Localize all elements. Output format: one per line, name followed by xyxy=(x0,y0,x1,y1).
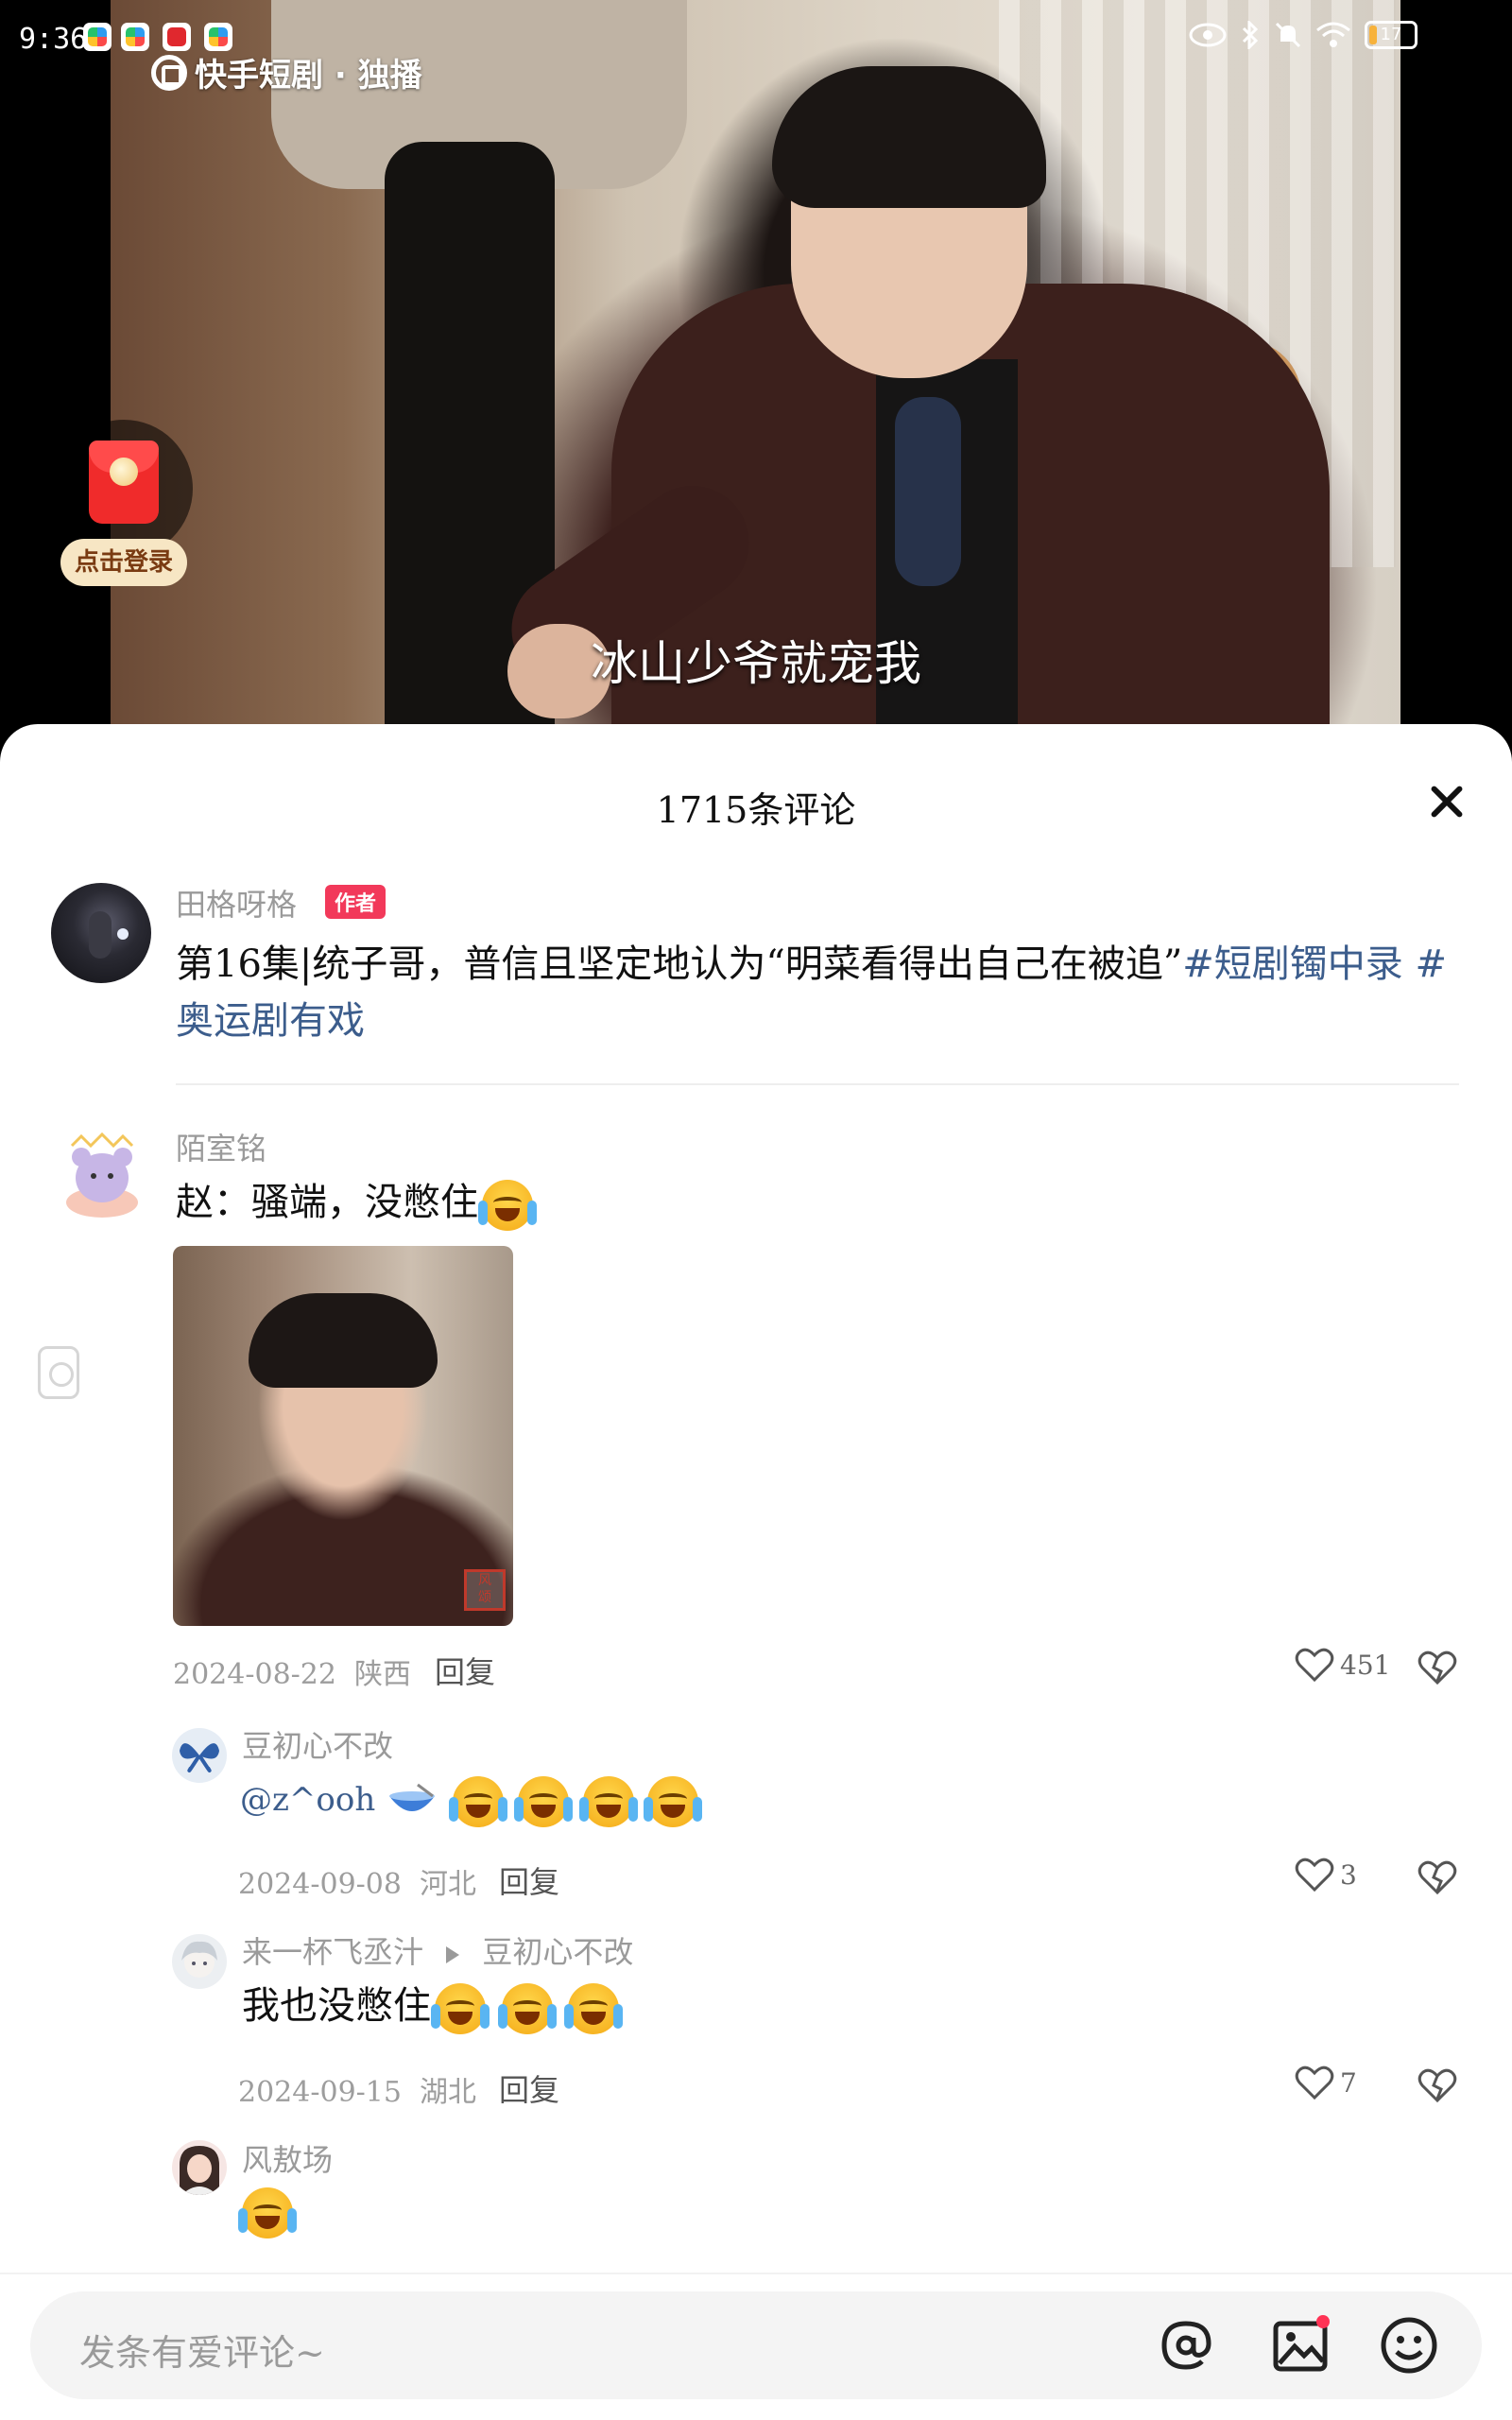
comment-username: 来一杯飞丞汁 豆初心不改 xyxy=(242,1934,634,1970)
comment-username[interactable]: 豆初心不改 xyxy=(242,1722,393,1766)
reply-button[interactable]: 回复 xyxy=(499,1858,559,1902)
author-badge: 作者 xyxy=(325,885,387,919)
crying-emoji-icon xyxy=(431,1983,490,2034)
comment-meta: 2024-08-22 陕西 xyxy=(173,1658,412,1691)
cartoon-avatar-icon xyxy=(66,1132,138,1218)
comment-count-title: 1715条评论 xyxy=(656,789,856,831)
crying-emoji-icon xyxy=(644,1776,703,1827)
close-icon[interactable] xyxy=(1425,781,1467,822)
bowl-emoji-icon xyxy=(389,1783,436,1811)
image-upload-icon[interactable] xyxy=(1270,2314,1332,2377)
app-notification-icon xyxy=(204,23,232,51)
reply-button[interactable]: 回复 xyxy=(499,2066,559,2110)
dislike-icon[interactable] xyxy=(1418,1647,1457,1686)
avatar[interactable] xyxy=(172,2140,227,2195)
video-subtitle: 冰山少爷就宠我 xyxy=(591,636,921,691)
author-username[interactable]: 田格呀格 xyxy=(176,881,297,925)
comment-image[interactable]: 风颂 xyxy=(173,1246,513,1626)
crying-emoji-icon xyxy=(578,1776,638,1827)
like-button[interactable]: 7 xyxy=(1295,2065,1357,2100)
comment-input-placeholder: 发条有爱评论~ xyxy=(79,2332,325,2374)
laughing-emoji-icon xyxy=(478,1180,537,1231)
dislike-icon[interactable] xyxy=(1418,2065,1457,2104)
crying-emoji-icon xyxy=(448,1776,507,1827)
divider xyxy=(176,1083,1459,1085)
crying-emoji-icon xyxy=(497,1983,557,2034)
comment-text xyxy=(238,2182,297,2238)
eye-icon xyxy=(1189,23,1227,47)
mention-link[interactable]: @z^ooh xyxy=(240,1781,375,1819)
comment-text: 赵：骚端，没憋住 xyxy=(176,1174,537,1231)
reply-button[interactable]: 回复 xyxy=(435,1649,495,1692)
video-player[interactable]: 9:36 17 快手短剧 · 独播 冰山少爷就宠我 点击登录 xyxy=(0,0,1512,747)
red-packet-icon xyxy=(89,441,159,524)
wifi-icon xyxy=(1316,22,1350,47)
login-button[interactable]: 点击登录 xyxy=(60,539,187,586)
dislike-icon[interactable] xyxy=(1418,1857,1457,1896)
seal-stamp: 风颂 xyxy=(464,1569,506,1611)
avatar[interactable] xyxy=(51,883,151,983)
crying-emoji-icon xyxy=(513,1776,573,1827)
brand-watermark: 快手短剧 · 独播 xyxy=(151,49,422,95)
comment-text: @z^ooh xyxy=(240,1772,703,1828)
battery-icon: 17 xyxy=(1365,21,1418,49)
floating-widget-icon[interactable] xyxy=(38,1346,79,1399)
emoji-icon[interactable] xyxy=(1378,2314,1440,2377)
app-notification-icon xyxy=(121,23,149,51)
comment-meta: 2024-09-08 河北 xyxy=(238,1868,477,1901)
butterfly-avatar-icon xyxy=(180,1743,219,1772)
crying-emoji-icon xyxy=(238,2187,297,2238)
avatar[interactable] xyxy=(172,1934,227,1989)
like-button[interactable]: 3 xyxy=(1295,1857,1357,1893)
crying-emoji-icon xyxy=(564,1983,624,2034)
alert-notification-icon xyxy=(163,23,191,51)
comment-username[interactable]: 风敖场 xyxy=(242,2136,333,2180)
avatar[interactable] xyxy=(53,1129,151,1227)
anime-avatar-icon xyxy=(181,1941,217,1978)
heart-icon xyxy=(1295,1648,1334,1683)
bluetooth-icon xyxy=(1242,21,1259,49)
heart-icon xyxy=(1295,1858,1334,1893)
comment-meta: 2024-09-15 湖北 xyxy=(238,2076,477,2109)
heart-icon xyxy=(1295,2066,1334,2100)
like-button[interactable]: 451 xyxy=(1295,1647,1390,1683)
comment-sheet: 1715条评论 田格呀格 作者 第16集|统子哥，普信且坚定地认为“明菜看得出自… xyxy=(0,724,1512,2420)
author-post-text: 第16集|统子哥，普信且坚定地认为“明菜看得出自己在被追”#短剧镯中录 #奥运剧… xyxy=(176,942,1448,1043)
avatar[interactable] xyxy=(172,1728,227,1783)
at-mention-icon[interactable] xyxy=(1155,2314,1217,2377)
comment-input[interactable]: 发条有爱评论~ xyxy=(30,2291,1482,2399)
kuaishou-logo-icon xyxy=(151,54,187,91)
comment-username[interactable]: 陌室铭 xyxy=(176,1125,266,1168)
app-notification-icon xyxy=(83,23,112,51)
mute-bell-icon xyxy=(1275,22,1301,48)
girl-avatar-icon xyxy=(180,2146,219,2195)
status-time: 9:36 xyxy=(19,23,88,56)
brand-label: 快手短剧 · 独播 xyxy=(195,57,422,95)
hashtag-link[interactable]: #短剧镯中录 xyxy=(1182,942,1403,986)
reply-arrow-icon xyxy=(446,1945,460,1963)
red-packet-button[interactable] xyxy=(55,420,193,558)
comment-text: 我也没憋住 xyxy=(242,1978,624,2034)
